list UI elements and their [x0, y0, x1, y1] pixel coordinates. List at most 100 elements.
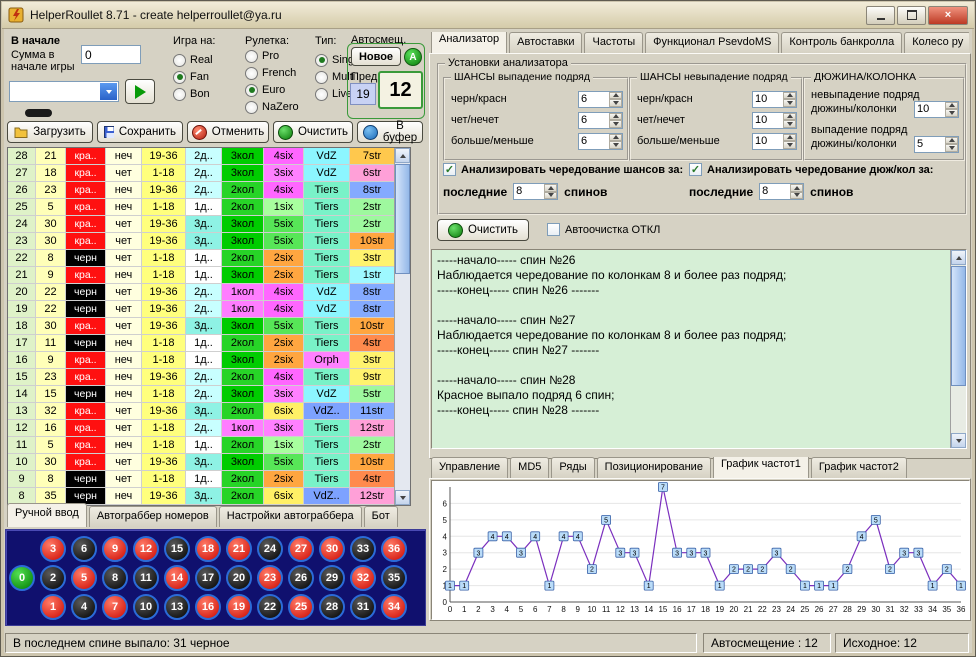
analyzer-clear-button[interactable]: Очистить [437, 219, 529, 241]
radio-Euro[interactable]: Euro [245, 83, 299, 97]
tab-Частоты[interactable]: Частоты [584, 32, 643, 53]
number-34-button[interactable]: 34 [381, 594, 407, 620]
table-row[interactable]: 1523кра..неч19-362д..2кол4sixTiers9str [8, 369, 410, 386]
table-row[interactable]: 98чернчет1-181д..2кол2sixTiers4str [8, 471, 410, 488]
number-14-button[interactable]: 14 [164, 565, 190, 591]
table-row[interactable]: 2022чернчет19-362д..1кол4sixVdZ8str [8, 284, 410, 301]
tab-Колесо ру[interactable]: Колесо ру [904, 32, 969, 53]
number-10-button[interactable]: 10 [133, 594, 159, 620]
checkbox-icon[interactable] [547, 223, 560, 236]
tab-Бот[interactable]: Бот [364, 506, 398, 527]
checkbox-icon[interactable]: ✓ [443, 163, 456, 176]
number-36-button[interactable]: 36 [381, 536, 407, 562]
scrollbar-thumb[interactable] [395, 164, 410, 274]
play-button[interactable] [125, 79, 155, 104]
radio-Fan[interactable]: Fan [173, 70, 213, 84]
number-12-button[interactable]: 12 [133, 536, 159, 562]
number-13-button[interactable]: 13 [164, 594, 190, 620]
tab-Настройки автограббера[interactable]: Настройки автограббера [219, 506, 362, 527]
number-3-button[interactable]: 3 [40, 536, 66, 562]
maximize-button[interactable] [897, 6, 926, 25]
log-scroll-up-icon[interactable] [951, 250, 966, 265]
number-7-button[interactable]: 7 [102, 594, 128, 620]
number-32-button[interactable]: 32 [350, 565, 376, 591]
table-row[interactable]: 228чернчет1-181д..2кол2sixTiers3str [8, 250, 410, 267]
tab-Функционал PsevdoMS[interactable]: Функционал PsevdoMS [645, 32, 779, 53]
number-4-button[interactable]: 4 [71, 594, 97, 620]
spinner[interactable]: 8 [513, 183, 558, 200]
minimize-button[interactable] [866, 6, 895, 25]
number-22-button[interactable]: 22 [257, 594, 283, 620]
log-scrollbar[interactable] [950, 250, 966, 448]
table-row[interactable]: 2330кра..чет19-363д..3кол5sixTiers10str [8, 233, 410, 250]
table-row[interactable]: 1711черннеч1-181д..2кол2sixTiers4str [8, 335, 410, 352]
alternation-check-row[interactable]: ✓Анализировать чередование дюж/кол за: [689, 163, 961, 176]
history-combobox[interactable] [9, 81, 119, 102]
table-row[interactable]: 219кра..неч1-181д..3кол2sixTiers1str [8, 267, 410, 284]
log-scroll-down-icon[interactable] [951, 433, 966, 448]
autoshift-badge-icon[interactable]: A [404, 48, 422, 66]
tab-Ручной ввод[interactable]: Ручной ввод [7, 503, 87, 527]
number-26-button[interactable]: 26 [288, 565, 314, 591]
spinner-down-icon[interactable] [790, 192, 803, 200]
table-scrollbar[interactable] [394, 148, 410, 505]
spinner-down-icon[interactable] [544, 192, 557, 200]
table-row[interactable]: 2718кра..чет1-182д..3кол3sixVdZ6str [8, 165, 410, 182]
radio-Bon[interactable]: Bon [173, 87, 213, 101]
table-row[interactable]: 2821кра..неч19-362д..3кол4sixVdZ7str [8, 148, 410, 165]
tab-Ряды[interactable]: Ряды [551, 457, 594, 478]
number-29-button[interactable]: 29 [319, 565, 345, 591]
tab-Контроль банкролла[interactable]: Контроль банкролла [781, 32, 902, 53]
checkbox-icon[interactable]: ✓ [689, 163, 702, 176]
number-30-button[interactable]: 30 [319, 536, 345, 562]
number-18-button[interactable]: 18 [195, 536, 221, 562]
table-row[interactable]: 1216кра..чет1-182д..1кол3sixTiers12str [8, 420, 410, 437]
radio-Real[interactable]: Real [173, 53, 213, 67]
table-row[interactable]: 169кра..неч1-181д..3кол2sixOrph3str [8, 352, 410, 369]
new-button[interactable]: Новое [351, 47, 401, 66]
table-row[interactable]: 1830кра..чет19-363д..3кол5sixTiers10str [8, 318, 410, 335]
tab-График частот1[interactable]: График частот1 [713, 457, 809, 478]
number-33-button[interactable]: 33 [350, 536, 376, 562]
table-row[interactable]: 115кра..неч1-181д..2кол1sixTiers2str [8, 437, 410, 454]
scroll-down-icon[interactable] [395, 490, 410, 505]
drag-handle[interactable] [25, 109, 52, 117]
spinner-up-icon[interactable] [790, 184, 803, 192]
radio-Pro[interactable]: Pro [245, 49, 299, 63]
number-11-button[interactable]: 11 [133, 565, 159, 591]
to-buffer-button[interactable]: В буфер [357, 121, 423, 143]
alternation-check-row[interactable]: ✓Анализировать чередование шансов за: [443, 163, 685, 176]
number-31-button[interactable]: 31 [350, 594, 376, 620]
table-row[interactable]: 2430кра..чет19-363д..3кол5sixTiers2str [8, 216, 410, 233]
number-17-button[interactable]: 17 [195, 565, 221, 591]
spinner-up-icon[interactable] [544, 184, 557, 192]
number-25-button[interactable]: 25 [288, 594, 314, 620]
tab-Автограббер номеров[interactable]: Автограббер номеров [89, 506, 217, 527]
autoclear-checkbox[interactable]: Автоочистка ОТКЛ [547, 223, 660, 236]
analysis-log[interactable]: -----начало----- спин №26Наблюдается чер… [431, 249, 967, 449]
tab-Позиционирование[interactable]: Позиционирование [597, 457, 711, 478]
tab-MD5[interactable]: MD5 [510, 457, 549, 478]
combo-dropdown-icon[interactable] [100, 83, 117, 100]
number-16-button[interactable]: 16 [195, 594, 221, 620]
clear-button[interactable]: Очистить [273, 121, 353, 143]
number-21-button[interactable]: 21 [226, 536, 252, 562]
number-23-button[interactable]: 23 [257, 565, 283, 591]
number-15-button[interactable]: 15 [164, 536, 190, 562]
number-2-button[interactable]: 2 [40, 565, 66, 591]
radio-French[interactable]: French [245, 66, 299, 80]
tab-Управление[interactable]: Управление [431, 457, 508, 478]
log-scrollbar-thumb[interactable] [951, 266, 966, 386]
spinner[interactable]: 8 [759, 183, 804, 200]
start-sum-input[interactable] [81, 45, 141, 64]
table-row[interactable]: 1332кра..чет19-363д..2кол6sixVdZ..11str [8, 403, 410, 420]
number-24-button[interactable]: 24 [257, 536, 283, 562]
close-button[interactable]: × [928, 6, 968, 25]
number-0-button[interactable]: 0 [9, 565, 35, 591]
table-row[interactable]: 1922чернчет19-362д..1кол4sixVdZ8str [8, 301, 410, 318]
number-1-button[interactable]: 1 [40, 594, 66, 620]
table-row[interactable]: 255кра..неч1-181д..2кол1sixTiers2str [8, 199, 410, 216]
number-35-button[interactable]: 35 [381, 565, 407, 591]
number-6-button[interactable]: 6 [71, 536, 97, 562]
number-20-button[interactable]: 20 [226, 565, 252, 591]
